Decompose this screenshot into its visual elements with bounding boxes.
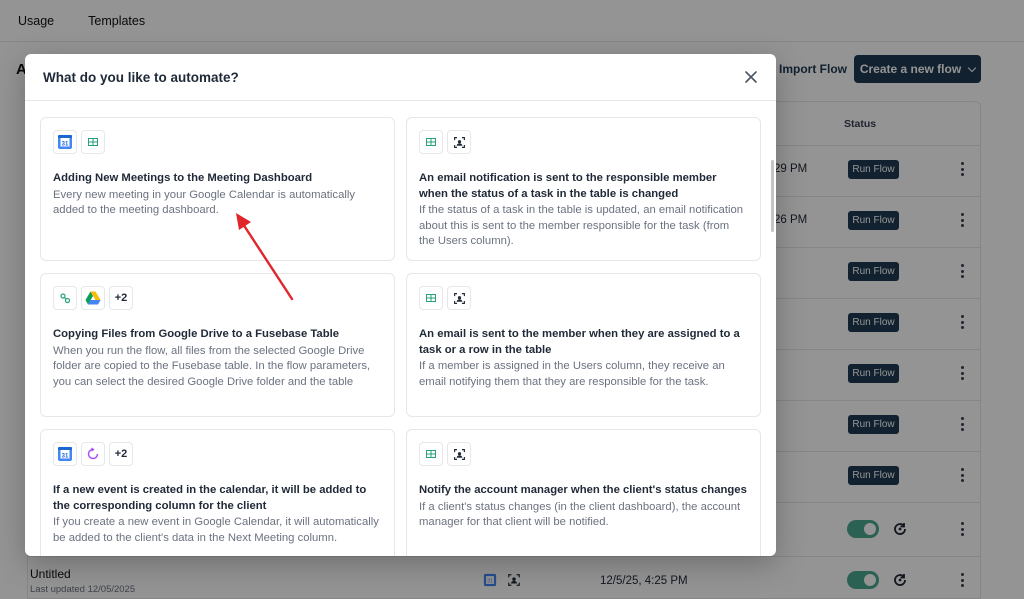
close-icon[interactable] (744, 70, 758, 84)
template-description: If you create a new event in Google Cale… (53, 516, 379, 544)
more-integrations-badge: +2 (109, 286, 133, 310)
template-title: Adding New Meetings to the Meeting Dashb… (53, 172, 313, 184)
more-integrations-badge: +2 (109, 442, 133, 466)
template-card-drive-copy[interactable]: +2 Copying Files from Google Drive to a … (40, 273, 395, 417)
modal-scrollbar[interactable] (771, 160, 774, 232)
focus-user-icon (453, 448, 465, 460)
google-drive-icon (85, 291, 101, 305)
svg-text:31: 31 (62, 454, 69, 460)
integration-badge (447, 286, 471, 310)
webhook-icon (60, 293, 71, 304)
template-card-calendar-event[interactable]: 31 +2 If a new event is created in the c… (40, 429, 395, 556)
template-description: If the status of a task in the table is … (419, 204, 744, 247)
automation-templates-modal: What do you like to automate? 31 Adding … (25, 54, 776, 556)
template-card-client-status[interactable]: Notify the account manager when the clie… (406, 429, 761, 556)
template-card-assignment-email[interactable]: An email is sent to the member when they… (406, 273, 761, 417)
modal-header: What do you like to automate? (25, 54, 776, 101)
template-title: Copying Files from Google Drive to a Fus… (53, 328, 340, 340)
template-title: If a new event is created in the calenda… (53, 484, 367, 512)
template-card-status-change-email[interactable]: An email notification is sent to the res… (406, 117, 761, 261)
integration-badge (419, 442, 443, 466)
template-description: Every new meeting in your Google Calenda… (53, 188, 356, 217)
template-description: If a client's status changes (in the cli… (419, 500, 741, 529)
fusebase-table-icon (88, 138, 98, 146)
integration-badge (81, 286, 105, 310)
integration-badge (419, 130, 443, 154)
focus-user-icon (453, 136, 465, 148)
fusebase-table-icon (426, 450, 436, 458)
integration-badge (419, 286, 443, 310)
integration-badge (447, 442, 471, 466)
template-description: If a member is assigned in the Users col… (419, 360, 725, 388)
template-title: An email is sent to the member when they… (419, 328, 740, 356)
template-title: Notify the account manager when the clie… (419, 484, 747, 496)
modal-title: What do you like to automate? (43, 69, 239, 85)
integration-badge: 31 (53, 130, 77, 154)
template-card-meeting-dashboard[interactable]: 31 Adding New Meetings to the Meeting Da… (40, 117, 395, 261)
fusebase-table-icon (426, 294, 436, 302)
integration-badge (81, 130, 105, 154)
integration-badge (447, 130, 471, 154)
integration-badge (53, 286, 77, 310)
google-calendar-icon: 31 (58, 135, 72, 149)
template-title: An email notification is sent to the res… (419, 172, 717, 200)
integration-badge (81, 442, 105, 466)
template-description: When you run the flow, all files from th… (53, 344, 371, 388)
svg-text:31: 31 (62, 142, 69, 148)
google-calendar-icon: 31 (58, 447, 72, 461)
sync-icon (87, 447, 99, 460)
focus-user-icon (453, 292, 465, 304)
integration-badge: 31 (53, 442, 77, 466)
fusebase-table-icon (426, 138, 436, 146)
